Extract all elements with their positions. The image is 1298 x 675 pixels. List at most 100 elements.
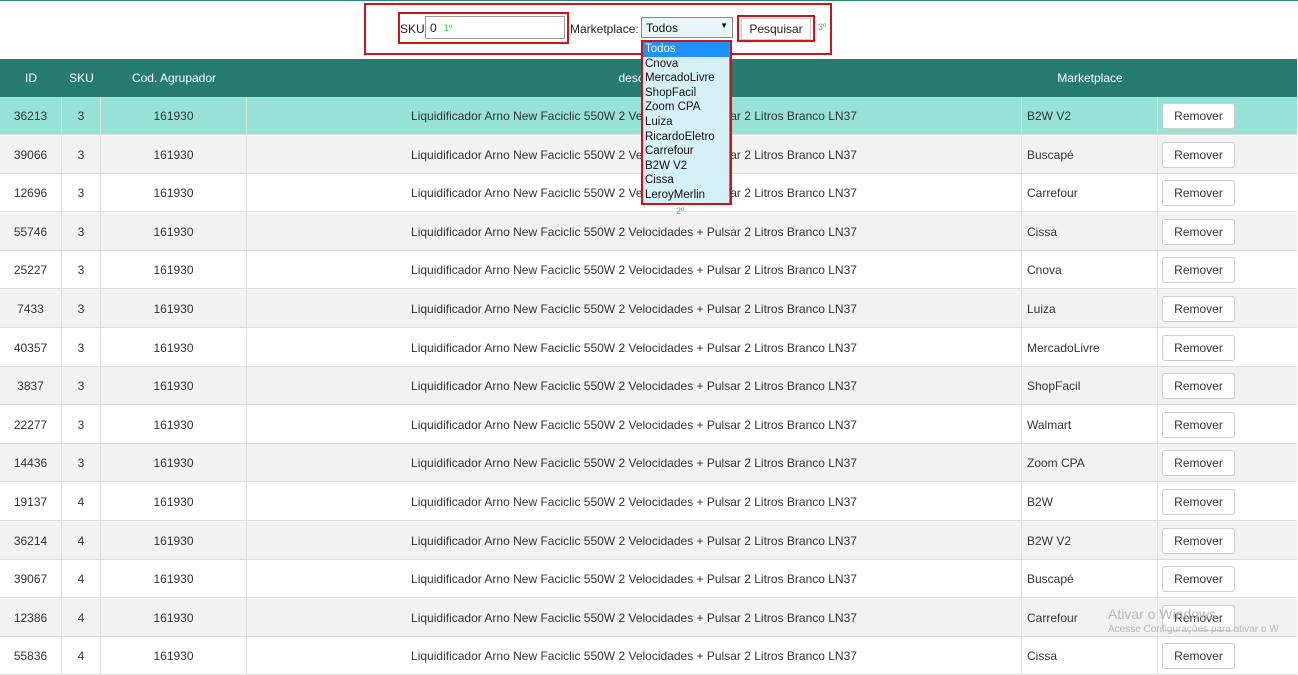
table-row[interactable]: 14436 3 161930 Liquidificador Arno New Faci… [0,444,1297,483]
cell-actions: Remover [1158,367,1297,405]
chevron-down-icon: ▼ [720,21,728,30]
cell-description: Liquidificador Arno New Faciclic 550W 2 … [247,212,1022,251]
cell-sku: 4 [62,637,101,675]
cell-description: Liquidificador Arno New Faciclic 550W 2 … [247,290,1022,328]
cell-cod-agrupador: 161930 [101,598,247,637]
table-row[interactable]: 36214 4 161930 Liquidificador Arno New Faci… [0,521,1297,560]
cell-marketplace: Zoom CPA [1022,444,1158,483]
header-description[interactable]: descri [247,59,1022,97]
cell-marketplace: B2W [1022,483,1158,521]
cell-sku: 4 [62,598,101,637]
marketplace-label: Marketplace: [570,22,639,36]
table-row[interactable]: 40357 3 161930 Liquidificador Arno New Faci… [0,328,1297,367]
cell-id: 14436 [0,444,62,483]
cell-description: Liquidificador Arno New Faciclic 550W 2 … [247,637,1022,675]
cell-cod-agrupador: 161930 [101,560,247,599]
cell-description: Liquidificador Arno New Faciclic 550W 2 … [247,483,1022,521]
cell-marketplace: Carrefour [1022,174,1158,213]
table-row[interactable]: 25227 3 161930 Liquidificador Arno New Faci… [0,251,1297,290]
cell-id: 55746 [0,212,62,251]
table-row[interactable]: 7433 3 161930 Liquidificador Arno New Facic… [0,290,1297,328]
remover-button[interactable]: Remover [1162,218,1235,245]
step-2-marker: 2º [676,206,685,216]
cell-id: 25227 [0,251,62,290]
cell-actions: Remover [1158,97,1297,135]
cell-marketplace: B2W V2 [1022,97,1158,135]
cell-sku: 4 [62,560,101,599]
cell-actions: Remover [1158,637,1297,675]
header-id[interactable]: ID [0,59,62,97]
table-row[interactable]: 12386 4 161930 Liquidificador Arno New Faci… [0,598,1297,637]
cell-cod-agrupador: 161930 [101,135,247,174]
cell-marketplace: Cnova [1022,251,1158,290]
table-row[interactable]: 55836 4 161930 Liquidificador Arno New Faci… [0,637,1297,675]
header-marketplace[interactable]: Marketplace [1022,59,1158,97]
table-row[interactable]: 3837 3 161930 Liquidificador Arno New Facic… [0,367,1297,406]
remover-button[interactable]: Remover [1162,373,1235,400]
cell-actions: Remover [1158,329,1297,367]
pesquisar-button[interactable]: Pesquisar [741,18,811,40]
cell-description: Liquidificador Arno New Faciclic 550W 2 … [247,135,1022,174]
cell-cod-agrupador: 161930 [101,521,247,560]
remover-button[interactable]: Remover [1162,489,1235,515]
cell-id: 22277 [0,405,62,444]
cell-actions: Remover [1158,251,1297,289]
cell-marketplace: Buscapé [1022,135,1158,174]
cell-id: 3837 [0,367,62,406]
cell-description: Liquidificador Arno New Faciclic 550W 2 … [247,174,1022,213]
cell-actions: Remover [1158,174,1297,212]
cell-sku: 3 [62,212,101,251]
remover-button[interactable]: Remover [1162,411,1235,438]
cell-cod-agrupador: 161930 [101,405,247,444]
cell-actions: Remover [1158,406,1297,444]
table-row[interactable]: 39067 4 161930 Liquidificador Arno New Faci… [0,560,1297,599]
cell-id: 36213 [0,97,62,135]
remover-button[interactable]: Remover [1162,141,1235,168]
cell-sku: 3 [62,328,101,367]
cell-cod-agrupador: 161930 [101,483,247,521]
cell-id: 39067 [0,560,62,599]
cell-description: Liquidificador Arno New Faciclic 550W 2 … [247,521,1022,560]
cell-sku: 3 [62,251,101,290]
cell-sku: 4 [62,521,101,560]
table-row[interactable]: 19137 4 161930 Liquidificador Arno New Faci… [0,483,1297,521]
cell-actions: Remover [1158,522,1297,560]
remover-button[interactable]: Remover [1162,103,1235,129]
cell-marketplace: Luiza [1022,290,1158,328]
cell-id: 19137 [0,483,62,521]
remover-button[interactable]: Remover [1162,527,1235,554]
remover-button[interactable]: Remover [1162,257,1235,284]
cell-marketplace: Buscapé [1022,560,1158,599]
cell-actions: Remover [1158,290,1297,328]
cell-marketplace: Cissa [1022,212,1158,251]
table-row[interactable]: 55746 3 161930 Liquidificador Arno New Faci… [0,212,1297,251]
cell-cod-agrupador: 161930 [101,367,247,406]
step-3-marker: 3º [818,22,827,32]
cell-sku: 3 [62,97,101,135]
cell-id: 39066 [0,135,62,174]
header-cod-agrupador[interactable]: Cod. Agrupador [101,59,247,97]
cell-description: Liquidificador Arno New Faciclic 550W 2 … [247,97,1022,135]
cell-actions: Remover [1158,213,1297,251]
cell-cod-agrupador: 161930 [101,328,247,367]
remover-button[interactable]: Remover [1162,450,1235,477]
step-1-marker: 1º [444,23,453,33]
cell-id: 12386 [0,598,62,637]
table-row[interactable]: 22277 3 161930 Liquidificador Arno New Faci… [0,405,1297,444]
remover-button[interactable]: Remover [1162,180,1235,207]
remover-button[interactable]: Remover [1162,643,1235,670]
top-border [0,0,1298,1]
remover-button[interactable]: Remover [1162,296,1235,322]
marketplace-select[interactable]: Todos ▼ [641,17,733,38]
remover-button[interactable]: Remover [1162,334,1235,361]
cell-description: Liquidificador Arno New Faciclic 550W 2 … [247,560,1022,599]
cell-actions: Remover [1158,483,1297,521]
windows-activation-watermark: Ativar o Windows Acesse Configurações pa… [1108,606,1279,635]
watermark-line1: Ativar o Windows [1108,606,1217,622]
cell-description: Liquidificador Arno New Faciclic 550W 2 … [247,444,1022,483]
remover-button[interactable]: Remover [1162,566,1235,593]
cell-id: 36214 [0,521,62,560]
header-sku[interactable]: SKU [62,59,101,97]
cell-marketplace: B2W V2 [1022,521,1158,560]
cell-marketplace: ShopFacil [1022,367,1158,406]
